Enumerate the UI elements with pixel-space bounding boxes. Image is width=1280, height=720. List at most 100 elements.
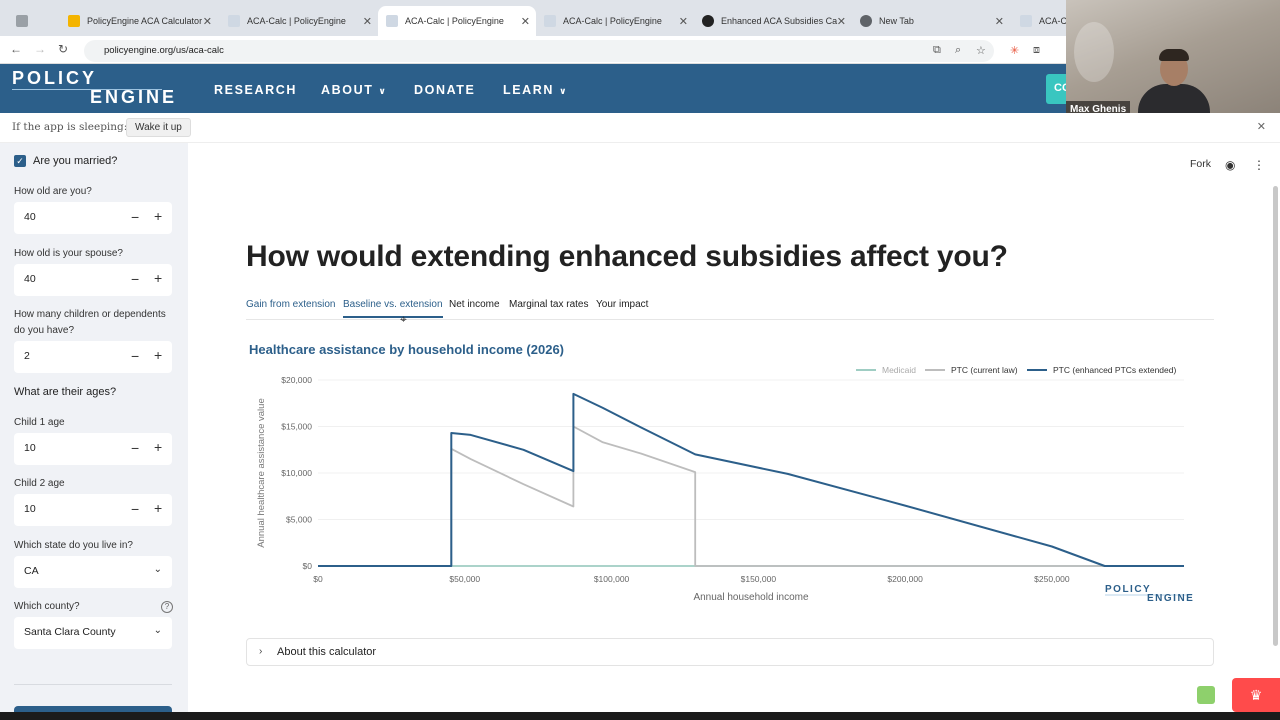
url-field[interactable]: policyengine.org/us/aca-calc [84, 40, 994, 62]
about-expander[interactable]: › About this calculator [246, 638, 1214, 666]
series-line-3 [318, 392, 1184, 567]
fork-link[interactable]: Fork [1190, 158, 1211, 170]
nav-research[interactable]: RESEARCH [214, 83, 297, 97]
browser-tab[interactable]: ACA-Calc | PolicyEngine ✕ [536, 8, 694, 34]
tab-label: Enhanced ACA Subsidies Ca [721, 16, 838, 26]
logo-divider [12, 89, 162, 90]
y-tick-label: $10,000 [281, 468, 312, 478]
tab-marginal-tax-rates[interactable]: Marginal tax rates [509, 299, 588, 310]
decrement-button[interactable]: − [131, 271, 139, 287]
tab-close-icon[interactable]: ✕ [363, 15, 372, 28]
nav-about[interactable]: ABOUT ∨ [321, 83, 387, 97]
nav-learn-label: LEARN [503, 83, 555, 97]
extension-icon[interactable]: ✳ [1010, 44, 1019, 57]
more-menu-icon[interactable]: ⋮ [1253, 158, 1265, 172]
nav-learn[interactable]: LEARN ∨ [503, 83, 568, 97]
increment-button[interactable]: + [154, 270, 162, 286]
decrement-button[interactable]: − [131, 501, 139, 517]
tab-favicon [386, 15, 398, 27]
nav-donate[interactable]: DONATE [414, 83, 475, 97]
county-label: Which county? [14, 601, 80, 612]
decrement-button[interactable]: − [131, 440, 139, 456]
page-title: How would extending enhanced subsidies a… [246, 240, 1008, 273]
github-icon[interactable]: ◉ [1225, 158, 1235, 172]
app-status-icon[interactable] [1197, 686, 1215, 704]
forward-icon[interactable]: → [34, 42, 46, 56]
help-icon[interactable]: ? [161, 601, 173, 613]
decrement-button[interactable]: − [131, 209, 139, 225]
tab-close-icon[interactable]: ✕ [837, 15, 846, 28]
tab-label: PolicyEngine ACA Calculator [87, 16, 203, 26]
tab-your-impact[interactable]: Your impact [596, 299, 648, 310]
tab-close-icon[interactable]: ✕ [995, 15, 1004, 28]
chevron-down-icon: ⌄ [153, 564, 162, 575]
increment-button[interactable]: + [154, 347, 162, 363]
married-checkbox[interactable]: ✓ [14, 155, 26, 167]
county-select[interactable]: Santa Clara County ⌄ [14, 617, 172, 649]
browser-tab[interactable]: Enhanced ACA Subsidies Ca ✕ [694, 8, 852, 34]
chevron-down-icon: ∨ [559, 86, 569, 96]
install-icon[interactable]: ⧉ [933, 44, 941, 57]
tab-label: ACA-Calc | PolicyEngine [405, 16, 504, 26]
nav-about-label: ABOUT [321, 83, 374, 97]
policyengine-logo[interactable]: POLICY ENGINE [12, 69, 177, 107]
x-tick-label: $250,000 [1034, 574, 1070, 584]
increment-button[interactable]: + [154, 439, 162, 455]
back-icon[interactable]: ← [10, 42, 22, 56]
bookmark-star-icon[interactable]: ☆ [976, 44, 986, 57]
chevron-down-icon: ∨ [378, 86, 388, 96]
chevron-down-icon: ⌄ [153, 625, 162, 636]
streamlit-crown-icon[interactable]: ♛ [1232, 678, 1280, 712]
age-label: How old are you? [14, 186, 92, 197]
logo-line-1: POLICY [12, 68, 98, 88]
extensions-puzzle-icon[interactable]: ⧈ [1033, 44, 1040, 57]
legend-label: Medicaid [882, 365, 916, 375]
tab-label: ACA-Calc | PolicyEngine [563, 16, 662, 26]
tab-close-icon[interactable]: ✕ [679, 15, 688, 28]
reload-icon[interactable]: ↻ [58, 42, 68, 56]
y-tick-label: $20,000 [281, 375, 312, 385]
increment-button[interactable]: + [154, 208, 162, 224]
spouse-age-label: How old is your spouse? [14, 248, 123, 259]
x-tick-label: $0 [313, 574, 323, 584]
chart-title: Healthcare assistance by household incom… [249, 342, 565, 357]
zoom-icon[interactable]: ⌕ [955, 44, 961, 57]
tab-close-icon[interactable]: ✕ [521, 15, 530, 28]
tab-net-income[interactable]: Net income [449, 299, 500, 310]
sleep-banner: If the app is sleeping: Wake it up ✕ [0, 113, 1280, 143]
tab-gain-from-extension[interactable]: Gain from extension [246, 299, 336, 310]
tab-label: New Tab [879, 16, 914, 26]
child1-age-input[interactable]: 10 − + [14, 433, 172, 465]
browser-tab[interactable]: ACA-Calc | PolicyEngine ✕ [220, 8, 378, 34]
browser-tab[interactable]: PolicyEngine ACA Calculator ✕ [60, 8, 218, 34]
increment-button[interactable]: + [154, 500, 162, 516]
mouse-cursor-icon: ⌖ [400, 312, 407, 326]
about-label: About this calculator [277, 646, 377, 658]
close-icon[interactable]: ✕ [1257, 120, 1266, 133]
state-select[interactable]: CA ⌄ [14, 556, 172, 588]
webcam-overlay: Max Ghenis [1066, 0, 1280, 120]
wake-button[interactable]: Wake it up [126, 118, 191, 137]
children-input[interactable]: 2 − + [14, 341, 172, 373]
tab-group-icon [16, 15, 28, 27]
county-value: Santa Clara County [24, 626, 116, 638]
tab-label: ACA-Calc | PolicyEngine [247, 16, 346, 26]
children-label: How many children or dependents do you h… [14, 309, 166, 336]
browser-tab[interactable]: New Tab ✕ [852, 8, 1010, 34]
spouse-age-input[interactable]: 40 − + [14, 264, 172, 296]
tab-close-icon[interactable]: ✕ [203, 15, 212, 28]
x-tick-label: $100,000 [594, 574, 630, 584]
x-tick-label: $150,000 [741, 574, 777, 584]
tab-favicon [1020, 15, 1032, 27]
tab-group-icon[interactable] [8, 8, 48, 34]
age-input[interactable]: 40 − + [14, 202, 172, 234]
browser-tab-active[interactable]: ACA-Calc | PolicyEngine ✕ [378, 6, 536, 36]
decrement-button[interactable]: − [131, 348, 139, 364]
child2-age-input[interactable]: 10 − + [14, 494, 172, 526]
webcam-background-light [1074, 22, 1114, 82]
x-tick-label: $50,000 [449, 574, 480, 584]
tab-baseline-vs-extension[interactable]: Baseline vs. extension [343, 299, 443, 318]
state-value: CA [24, 565, 39, 577]
browser-tab[interactable]: ACA-Ca [1012, 8, 1072, 34]
scrollbar[interactable] [1273, 186, 1278, 646]
